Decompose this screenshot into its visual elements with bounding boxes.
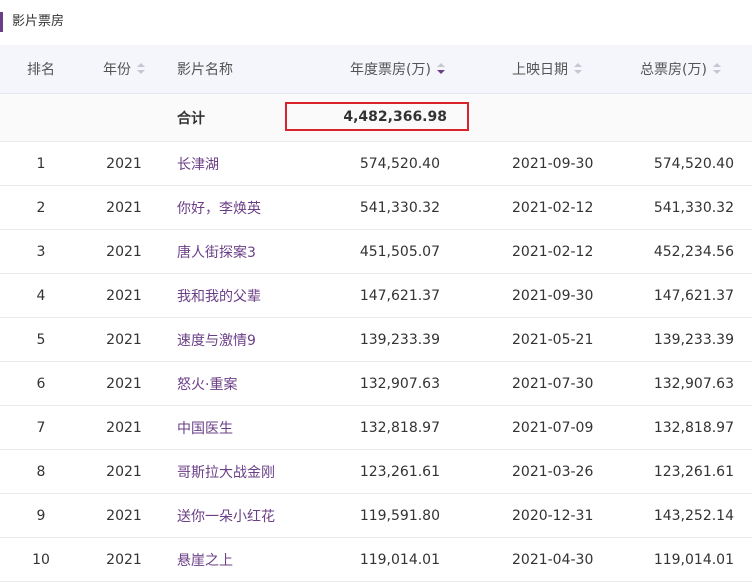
year-cell: 2021 [106,375,142,392]
total-box-office-cell: 132,818.97 [653,419,734,436]
col-header-date-label: 上映日期 [512,62,568,78]
table-row: 7 2021 中国医生 132,818.97 2021-07-09 132,81… [0,406,752,450]
year-cell: 2021 [106,331,142,348]
col-header-annual[interactable]: 年度票房(万) [350,45,460,93]
sort-icon[interactable] [137,63,145,75]
box-office-table: 排名 年份 影片名称 年度票房(万) 上映日期 总票房(万) 合计 4,482,… [0,45,752,582]
col-header-total-label: 总票房(万) [640,62,707,78]
year-cell: 2021 [106,287,142,304]
rank-cell: 7 [36,419,46,436]
annual-box-office-cell: 574,520.40 [359,155,440,172]
col-header-rank: 排名 [0,45,82,93]
annual-box-office-cell: 451,505.07 [359,243,440,260]
year-cell: 2021 [106,551,142,568]
table-row: 2 2021 你好，李焕英 541,330.32 2021-02-12 541,… [0,186,752,230]
col-header-name-label: 影片名称 [177,62,233,78]
rank-cell: 9 [36,507,46,524]
annual-box-office-cell: 132,818.97 [359,419,440,436]
rank-cell: 6 [36,375,46,392]
total-box-office-cell: 574,520.40 [653,155,734,172]
year-cell: 2021 [106,463,142,480]
annual-box-office-cell: 132,907.63 [359,375,440,392]
total-box-office-cell: 123,261.61 [653,463,734,480]
year-cell: 2021 [106,419,142,436]
col-header-date[interactable]: 上映日期 [512,45,622,93]
table-header: 排名 年份 影片名称 年度票房(万) 上映日期 总票房(万) [0,45,752,94]
rank-cell: 8 [36,463,46,480]
total-box-office-cell: 119,014.01 [653,551,734,568]
rank-cell: 3 [36,243,46,260]
table-row: 9 2021 送你一朵小红花 119,591.80 2020-12-31 143… [0,494,752,538]
annual-box-office-cell: 123,261.61 [359,463,440,480]
year-cell: 2021 [106,155,142,172]
total-annual-value: 4,482,366.98 [343,108,447,125]
col-header-rank-label: 排名 [27,62,55,78]
table-row: 6 2021 怒火·重案 132,907.63 2021-07-30 132,9… [0,362,752,406]
annual-box-office-cell: 119,014.01 [359,551,440,568]
table-row: 3 2021 唐人街探案3 451,505.07 2021-02-12 452,… [0,230,752,274]
rank-cell: 10 [32,551,50,568]
sort-icon[interactable] [574,63,582,75]
year-cell: 2021 [106,199,142,216]
table-row: 5 2021 速度与激情9 139,233.39 2021-05-21 139,… [0,318,752,362]
table-row: 4 2021 我和我的父辈 147,621.37 2021-09-30 147,… [0,274,752,318]
rank-cell: 1 [36,155,46,172]
total-annual-highlight: 4,482,366.98 [285,102,469,131]
col-header-name: 影片名称 [177,45,327,93]
total-row: 合计 4,482,366.98 [0,94,752,142]
annual-box-office-cell: 119,591.80 [359,507,440,524]
total-box-office-cell: 132,907.63 [653,375,734,392]
total-box-office-cell: 143,252.14 [653,507,734,524]
sort-desc-icon[interactable] [436,63,445,75]
annual-box-office-cell: 147,621.37 [359,287,440,304]
annual-box-office-cell: 139,233.39 [359,331,440,348]
year-cell: 2021 [106,243,142,260]
year-cell: 2021 [106,507,142,524]
col-header-year[interactable]: 年份 [92,45,156,93]
rank-cell: 5 [36,331,46,348]
total-box-office-cell: 541,330.32 [653,199,734,216]
col-header-total[interactable]: 总票房(万) [640,45,752,93]
col-header-year-label: 年份 [103,62,131,78]
section-title: 影片票房 [0,12,64,32]
total-box-office-cell: 147,621.37 [653,287,734,304]
table-row: 10 2021 悬崖之上 119,014.01 2021-04-30 119,0… [0,538,752,582]
total-box-office-cell: 139,233.39 [653,331,734,348]
col-header-annual-label: 年度票房(万) [350,62,431,78]
table-row: 8 2021 哥斯拉大战金刚 123,261.61 2021-03-26 123… [0,450,752,494]
table-row: 1 2021 长津湖 574,520.40 2021-09-30 574,520… [0,142,752,186]
sort-icon[interactable] [712,63,721,75]
total-box-office-cell: 452,234.56 [653,243,734,260]
rank-cell: 2 [36,199,46,216]
annual-box-office-cell: 541,330.32 [359,199,440,216]
rank-cell: 4 [36,287,46,304]
